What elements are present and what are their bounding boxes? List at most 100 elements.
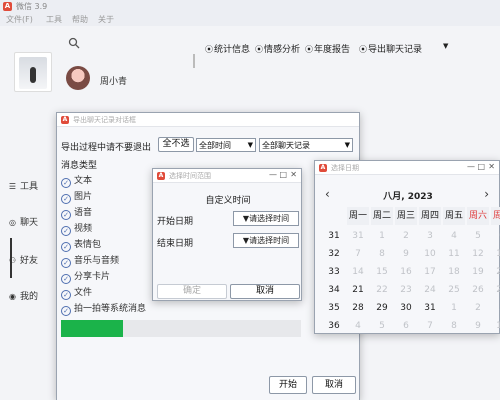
next-month-icon[interactable]: ›	[484, 187, 489, 201]
type-music-checkbox[interactable]: ✓ 音乐与音频	[61, 253, 119, 268]
message-type-label: 消息类型	[61, 161, 98, 171]
calendar-day[interactable]: 31	[347, 227, 369, 245]
cancel-button[interactable]: 取消	[230, 284, 300, 299]
calendar-day[interactable]: 7	[419, 317, 441, 335]
type-system-msg-checkbox[interactable]: ✓ 拍一拍等系统消息	[61, 301, 146, 316]
sidebar-item-tools[interactable]: ☰ 工具	[8, 179, 52, 195]
avatar-photo	[19, 57, 47, 89]
calendar-day[interactable]: 30	[395, 299, 417, 317]
calendar-day[interactable]: 10	[491, 317, 500, 335]
calendar-day[interactable]: 5	[467, 227, 489, 245]
start-button[interactable]: 开始	[269, 376, 307, 394]
calendar-day[interactable]: 13	[491, 245, 500, 263]
calendar-day[interactable]: 6	[395, 317, 417, 335]
calendar-day[interactable]: 3	[491, 299, 500, 317]
calendar-day[interactable]: 12	[467, 245, 489, 263]
check-icon: ✓	[61, 290, 71, 300]
maximize-icon[interactable]: □	[279, 170, 287, 179]
calendar-day[interactable]: 26	[467, 281, 489, 299]
calendar-day[interactable]: 24	[419, 281, 441, 299]
calendar-day[interactable]: 31	[419, 299, 441, 317]
time-range-select[interactable]: 全部时间 ▼	[196, 138, 256, 152]
menu-about[interactable]: 关于	[98, 14, 114, 25]
export-chat-button[interactable]: ⦿导出聊天记录	[359, 42, 422, 55]
maximize-icon[interactable]: □	[477, 162, 485, 171]
type-emoji-checkbox[interactable]: ✓ 表情包	[61, 237, 101, 252]
calendar-day[interactable]: 4	[347, 317, 369, 335]
type-share-card-checkbox[interactable]: ✓ 分享卡片	[61, 269, 110, 284]
calendar-day[interactable]: 2	[467, 299, 489, 317]
contact-avatar[interactable]	[66, 66, 90, 90]
minimize-icon[interactable]: —	[269, 170, 277, 179]
calendar-day[interactable]: 1	[443, 299, 465, 317]
end-date-picker[interactable]: ▼请选择时间	[233, 233, 299, 248]
type-file-checkbox[interactable]: ✓ 文件	[61, 285, 92, 300]
search-icon[interactable]	[68, 37, 80, 49]
menu-tools[interactable]: 工具	[46, 14, 62, 25]
type-voice-checkbox[interactable]: ✓ 语音	[61, 205, 92, 220]
check-icon: ✓	[61, 226, 71, 236]
calendar-day[interactable]: 10	[419, 245, 441, 263]
calendar-day[interactable]: 9	[395, 245, 417, 263]
calendar-day[interactable]: 6	[491, 227, 500, 245]
weekday-header: 周日	[491, 207, 500, 225]
avatar[interactable]	[14, 52, 52, 92]
type-video-checkbox[interactable]: ✓ 视频	[61, 221, 92, 236]
start-date-picker[interactable]: ▼请选择时间	[233, 211, 299, 226]
close-icon[interactable]: ✕	[290, 170, 297, 179]
sidebar-item-me[interactable]: ◉ 我的	[8, 289, 52, 305]
sidebar-active-indicator	[10, 238, 12, 278]
close-icon[interactable]: ✕	[488, 162, 495, 171]
check-icon: ✓	[61, 274, 71, 284]
menu-file[interactable]: 文件(F)	[6, 14, 33, 25]
cancel-button[interactable]: 取消	[312, 376, 356, 394]
calendar-day[interactable]: 7	[347, 245, 369, 263]
minimize-icon[interactable]: —	[467, 162, 475, 171]
calendar-day[interactable]: 28	[347, 299, 369, 317]
calendar-day[interactable]: 2	[395, 227, 417, 245]
calendar-day[interactable]: 17	[419, 263, 441, 281]
weekday-header: 周五	[443, 207, 465, 225]
calendar-day[interactable]: 20	[491, 263, 500, 281]
sidebar-item-chat[interactable]: ◎ 聊天	[8, 215, 52, 231]
week-number: 34	[328, 285, 340, 295]
menu-help[interactable]: 帮助	[72, 14, 88, 25]
calendar-day[interactable]: 5	[371, 317, 393, 335]
app-title: 微信 3.9	[16, 2, 48, 11]
sidebar-item-friends[interactable]: ⚇ 好友	[8, 253, 52, 269]
calendar-day[interactable]: 14	[347, 263, 369, 281]
calendar-day[interactable]: 4	[443, 227, 465, 245]
select-none-button[interactable]: 全不选	[158, 137, 194, 152]
calendar-day[interactable]: 29	[371, 299, 393, 317]
calendar-day[interactable]: 21	[347, 281, 369, 299]
time-range-dialog: A 选择时间范围 — □ ✕ 自定义时间 开始日期 ▼请选择时间 结束日期 ▼请…	[152, 168, 302, 301]
chevron-down-icon[interactable]: ▼	[443, 42, 448, 50]
contact-name[interactable]: 周小青	[100, 74, 127, 87]
export-dialog-titlebar: A 导出聊天记录对话框	[57, 113, 359, 127]
record-range-select[interactable]: 全部聊天记录 ▼	[259, 138, 353, 152]
type-text-checkbox[interactable]: ✓ 文本	[61, 173, 92, 188]
calendar-day[interactable]: 3	[419, 227, 441, 245]
calendar-day[interactable]: 18	[443, 263, 465, 281]
chart-icon: ⦿	[359, 45, 367, 54]
calendar-day[interactable]: 11	[443, 245, 465, 263]
annual-report-button[interactable]: ⦿年度报告	[305, 42, 350, 55]
stats-button[interactable]: ⦿统计信息	[205, 42, 250, 55]
calendar-day[interactable]: 16	[395, 263, 417, 281]
calendar-day[interactable]: 27	[491, 281, 500, 299]
calendar-day[interactable]: 23	[395, 281, 417, 299]
calendar-day[interactable]: 9	[467, 317, 489, 335]
calendar-day[interactable]: 8	[443, 317, 465, 335]
calendar-day[interactable]: 15	[371, 263, 393, 281]
type-image-checkbox[interactable]: ✓ 图片	[61, 189, 92, 204]
me-icon: ◉	[9, 292, 16, 301]
calendar-day[interactable]: 22	[371, 281, 393, 299]
export-dialog-title: 导出聊天记录对话框	[73, 116, 136, 124]
contact-list-scrollbar[interactable]	[193, 54, 195, 68]
calendar-day[interactable]: 19	[467, 263, 489, 281]
emotion-button[interactable]: ⦿情感分析	[255, 42, 300, 55]
ok-button[interactable]: 确定	[157, 284, 227, 299]
calendar-day[interactable]: 25	[443, 281, 465, 299]
calendar-day[interactable]: 8	[371, 245, 393, 263]
calendar-day[interactable]: 1	[371, 227, 393, 245]
